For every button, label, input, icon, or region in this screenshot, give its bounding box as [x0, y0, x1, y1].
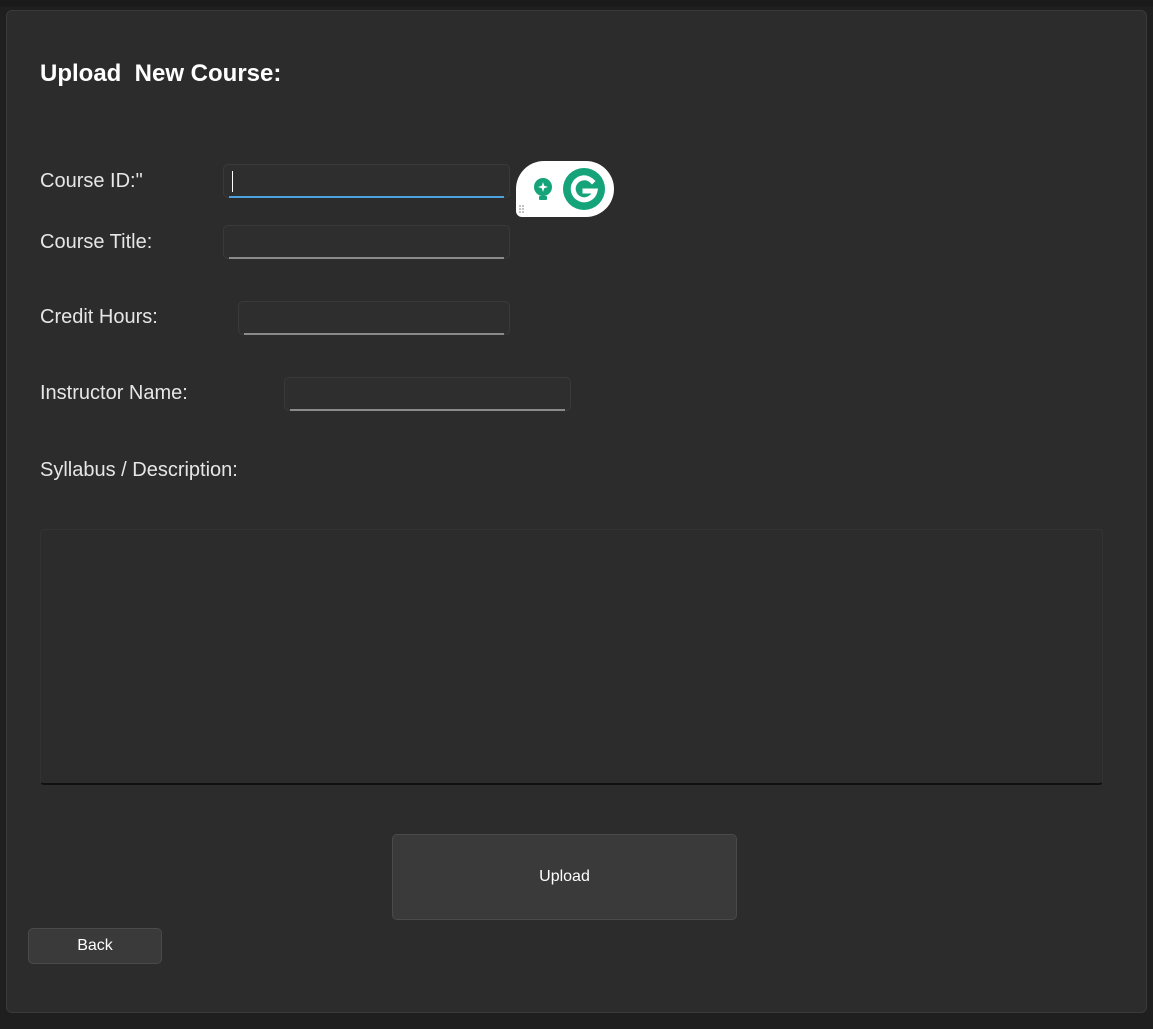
- course-id-field[interactable]: [223, 164, 510, 198]
- syllabus-textarea[interactable]: [41, 530, 1106, 787]
- syllabus-label: Syllabus / Description:: [40, 459, 238, 481]
- instructor-name-input[interactable]: [285, 378, 570, 410]
- course-id-input[interactable]: [224, 165, 509, 197]
- instructor-name-label: Instructor Name:: [40, 382, 188, 404]
- grammarly-g-icon[interactable]: [562, 167, 606, 211]
- course-title-label: Course Title:: [40, 231, 153, 253]
- upload-button[interactable]: Upload: [392, 834, 737, 920]
- text-caret: [232, 171, 233, 192]
- course-title-input[interactable]: [224, 226, 509, 258]
- credit-hours-field[interactable]: [238, 301, 510, 335]
- credit-hours-label: Credit Hours:: [40, 306, 158, 328]
- lightbulb-icon[interactable]: [532, 177, 554, 203]
- back-button[interactable]: Back: [28, 928, 162, 964]
- page-title: Upload New Course:: [40, 60, 282, 87]
- course-title-field[interactable]: [223, 225, 510, 259]
- drag-handle-icon[interactable]: [518, 204, 526, 214]
- course-id-label: Course ID:": [40, 170, 143, 192]
- window-top-edge: [0, 0, 1153, 7]
- syllabus-textarea-box[interactable]: [40, 529, 1106, 787]
- grammarly-widget[interactable]: [516, 161, 614, 217]
- instructor-name-field[interactable]: [284, 377, 571, 411]
- credit-hours-input[interactable]: [239, 302, 509, 334]
